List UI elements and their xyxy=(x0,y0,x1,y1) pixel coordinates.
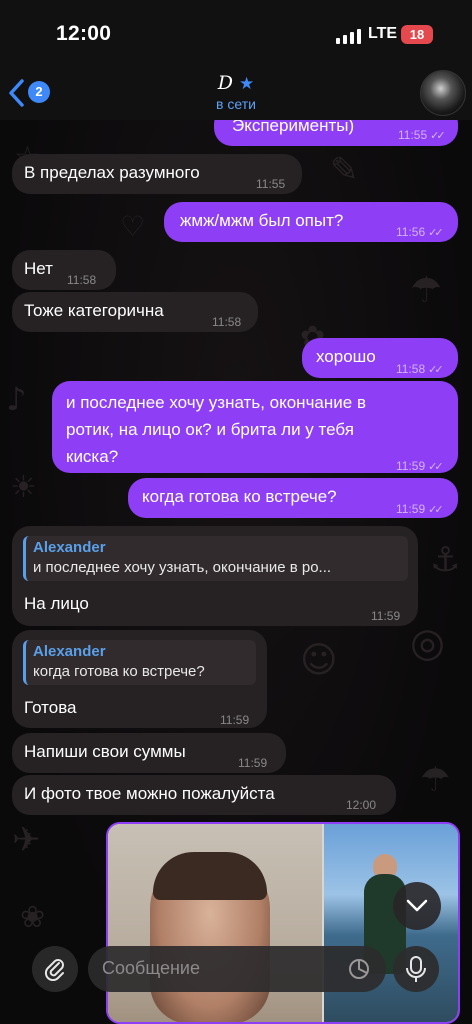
doodle-icon: ☂ xyxy=(420,760,451,800)
doodle-icon: ♡ xyxy=(120,210,146,243)
message-text: В пределах разумного xyxy=(24,163,200,182)
message-text: Готова xyxy=(24,698,77,717)
message-incoming[interactable]: Нет 11:58 xyxy=(12,250,116,290)
network-label: LTE xyxy=(368,25,398,42)
doodle-icon: ☺ xyxy=(300,640,338,681)
message-time: 11:55 ✓✓ xyxy=(398,128,446,142)
message-text: И фото твое можно пожалуйста xyxy=(24,784,275,803)
reply-text: когда готова ко встрече? xyxy=(33,663,205,680)
message-time: 11:59 xyxy=(238,756,268,770)
paperclip-icon xyxy=(44,959,64,981)
chevron-down-icon xyxy=(406,899,428,912)
reply-quote[interactable]: Alexander когда готова ко встрече? xyxy=(23,640,256,685)
doodle-icon: ☀ xyxy=(10,470,37,505)
contact-name: D xyxy=(217,72,233,94)
read-ticks-icon: ✓✓ xyxy=(428,364,444,376)
chat-title[interactable]: D ★ xyxy=(0,72,472,94)
message-incoming[interactable]: Тоже категорична 11:58 xyxy=(12,292,258,332)
reply-author: Alexander xyxy=(33,539,106,556)
message-text: и последнее хочу узнать, окончание в рот… xyxy=(66,389,366,470)
message-placeholder: Сообщение xyxy=(102,958,200,978)
scroll-down-button[interactable] xyxy=(393,882,441,930)
message-outgoing[interactable]: и последнее хочу узнать, окончание в рот… xyxy=(52,381,458,473)
message-text: когда готова ко встрече? xyxy=(142,487,337,506)
message-time: 11:56 ✓✓ xyxy=(396,225,444,239)
message-input[interactable]: Сообщение xyxy=(88,946,386,992)
chat-header: 2 D ★ в сети xyxy=(0,68,472,120)
reply-text: и последнее хочу узнать, окончание в ро.… xyxy=(33,559,332,576)
message-text: жмж/мжм был опыт? xyxy=(180,211,344,230)
doodle-icon: ⚓ xyxy=(430,540,461,580)
message-time: 11:59 xyxy=(220,713,250,727)
message-line: киска? xyxy=(66,447,119,466)
reply-author: Alexander xyxy=(33,643,106,660)
message-text: хорошо xyxy=(316,347,376,366)
message-time: 12:00 xyxy=(346,798,377,812)
message-time: 11:58 ✓✓ xyxy=(396,362,444,376)
message-incoming[interactable]: И фото твое можно пожалуйста 12:00 xyxy=(12,775,396,815)
doodle-icon: ✎ xyxy=(330,150,359,190)
microphone-button[interactable] xyxy=(393,946,439,992)
message-time: 11:58 xyxy=(67,273,97,287)
message-input-bar: Сообщение xyxy=(0,940,472,1024)
reply-quote[interactable]: Alexander и последнее хочу узнать, оконч… xyxy=(23,536,408,581)
read-ticks-icon: ✓✓ xyxy=(428,461,444,473)
doodle-icon: ✈ xyxy=(12,820,41,860)
message-line: ротик, на лицо ок? и брита ли у тебя xyxy=(66,420,354,439)
message-incoming[interactable]: Напиши свои суммы 11:59 xyxy=(12,733,286,773)
message-incoming[interactable]: Alexander когда готова ко встрече? Готов… xyxy=(12,630,267,728)
microphone-icon xyxy=(406,956,426,982)
message-time: 11:58 xyxy=(212,315,242,329)
status-time: 12:00 xyxy=(56,22,112,45)
online-status: в сети xyxy=(216,96,256,112)
message-text: Напиши свои суммы xyxy=(24,742,186,761)
message-outgoing[interactable]: жмж/мжм был опыт? 11:56 ✓✓ xyxy=(164,202,458,242)
doodle-icon: ☂ xyxy=(410,270,443,311)
star-icon: ★ xyxy=(239,74,255,94)
sticker-icon[interactable] xyxy=(347,957,371,981)
attach-button[interactable] xyxy=(32,946,78,992)
doodle-icon: ❀ xyxy=(20,900,46,935)
doodle-icon: ♪ xyxy=(6,380,27,418)
message-time: 11:55 xyxy=(256,177,286,191)
message-line: и последнее хочу узнать, окончание в xyxy=(66,393,366,412)
message-text: Тоже категорична xyxy=(24,301,164,320)
doodle-icon: ◎ xyxy=(410,620,445,666)
battery-icon: 18 xyxy=(401,25,433,44)
read-ticks-icon: ✓✓ xyxy=(428,504,444,516)
message-incoming[interactable]: Alexander и последнее хочу узнать, оконч… xyxy=(12,526,418,626)
message-time: 11:59 ✓✓ xyxy=(396,459,444,473)
message-outgoing[interactable]: когда готова ко встрече? 11:59 ✓✓ xyxy=(128,478,458,518)
message-incoming[interactable]: В пределах разумного 11:55 xyxy=(12,154,302,194)
status-bar: 12:00 LTE 18 xyxy=(0,0,472,68)
message-text: Нет xyxy=(24,259,53,278)
read-ticks-icon: ✓✓ xyxy=(430,130,446,142)
message-text: На лицо xyxy=(24,594,89,613)
avatar[interactable] xyxy=(420,70,466,116)
read-ticks-icon: ✓✓ xyxy=(428,227,444,239)
message-time: 11:59 xyxy=(371,609,401,623)
message-outgoing[interactable]: хорошо 11:58 ✓✓ xyxy=(302,338,458,378)
signal-icon xyxy=(336,29,361,44)
message-time: 11:59 ✓✓ xyxy=(396,502,444,516)
